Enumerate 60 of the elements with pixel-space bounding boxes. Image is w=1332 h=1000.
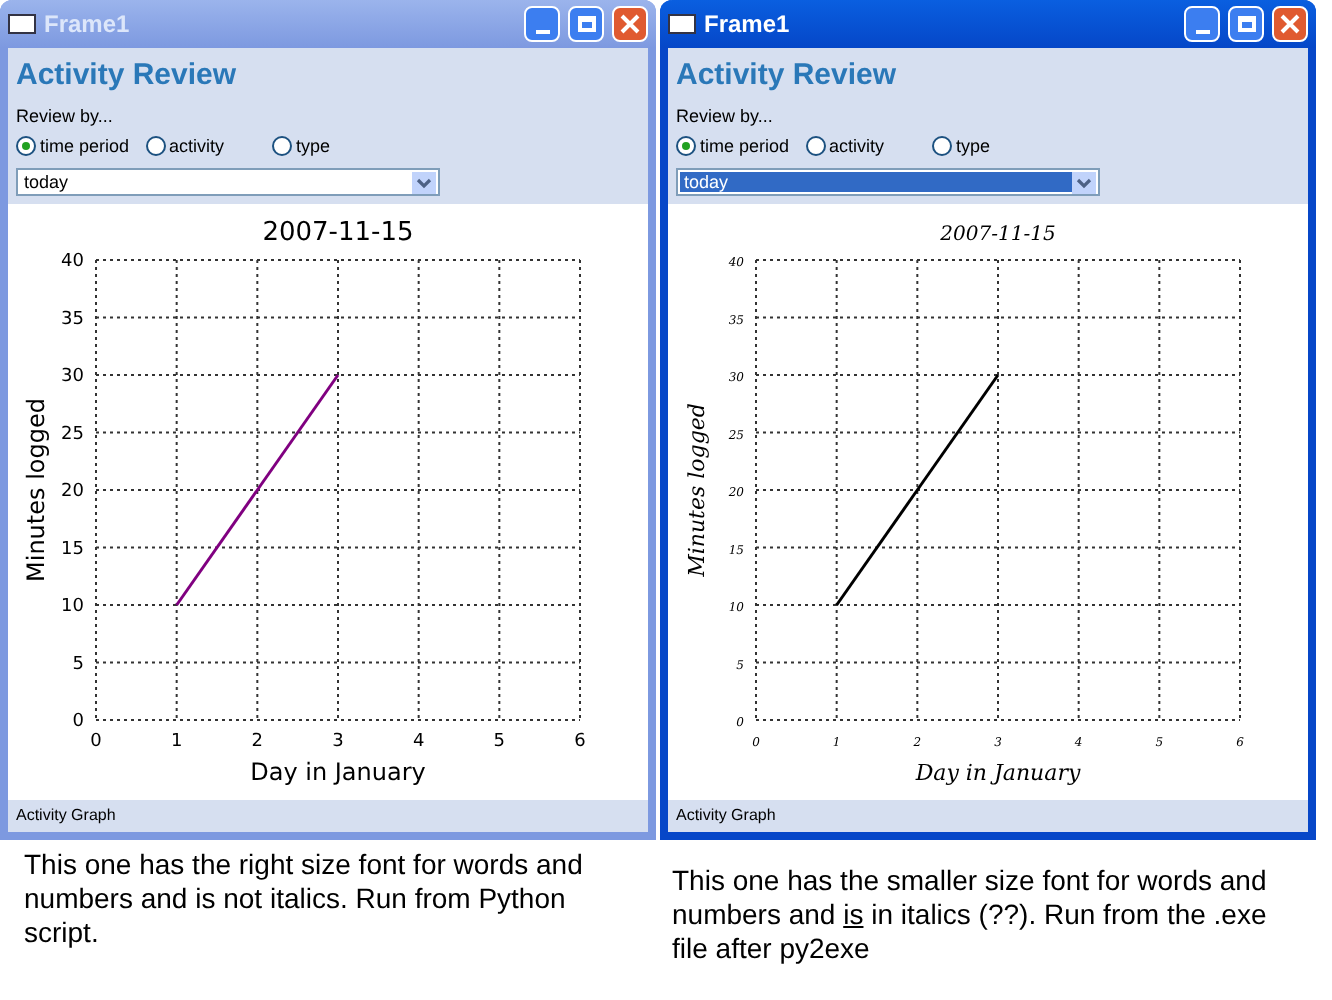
heading: Activity Review xyxy=(16,56,239,96)
tick-label: 35 xyxy=(61,309,84,330)
close-button[interactable] xyxy=(612,6,648,42)
y-axis-label: Minutes logged xyxy=(684,403,710,577)
tick-label: 25 xyxy=(61,424,84,445)
tick-label: 1 xyxy=(170,732,183,752)
dropdown-value: today xyxy=(680,172,1072,192)
close-icon xyxy=(620,14,640,34)
tick-label: 15 xyxy=(61,539,84,560)
window-title: Frame1 xyxy=(44,8,132,42)
maximize-button[interactable] xyxy=(568,6,604,42)
radio-button[interactable] xyxy=(676,136,696,157)
x-axis-label: Day in January xyxy=(915,760,1081,786)
status-text: Activity Graph xyxy=(676,804,776,828)
chart-title: 2007-11-15 xyxy=(940,224,1056,246)
dropdown-value: today xyxy=(22,172,71,192)
chart-title: 2007-11-15 xyxy=(262,218,414,248)
tick-label: 2 xyxy=(251,732,264,752)
close-icon xyxy=(1280,14,1300,34)
tick-label: 10 xyxy=(61,597,84,617)
radio-option[interactable]: time period xyxy=(676,133,790,160)
radio-button[interactable] xyxy=(145,136,166,157)
window-icon xyxy=(8,14,36,34)
tick-label: 3 xyxy=(332,732,344,752)
caption: This one has the smaller size font for words and numbers and is in italics (??). Run from the .exe file after py2exe xyxy=(672,864,1269,966)
minimize-button[interactable] xyxy=(524,6,560,42)
tick-label: 4 xyxy=(412,732,425,752)
status-text: Activity Graph xyxy=(16,804,116,828)
radio-button[interactable] xyxy=(932,136,953,157)
tick-label: 0 xyxy=(90,732,102,752)
chevron-down-icon xyxy=(412,171,436,193)
review-label: Review by... xyxy=(16,104,115,130)
y-axis-label: Minutes logged xyxy=(22,398,50,582)
radio-option[interactable]: activity xyxy=(145,133,225,160)
period-dropdown[interactable]: today xyxy=(16,168,440,196)
tick-label: 40 xyxy=(61,252,84,272)
tick-label: 30 xyxy=(61,367,84,387)
radio-option[interactable]: activity xyxy=(805,133,885,160)
minimize-button[interactable] xyxy=(1184,6,1220,42)
caption: This one has the right size font for words and numbers and is not italics. Run from Python script. xyxy=(24,848,585,952)
tick-label: 5 xyxy=(493,732,506,752)
radio-button[interactable] xyxy=(16,136,36,157)
tick-label: 0 xyxy=(72,712,84,732)
tick-label: 5 xyxy=(72,654,84,675)
radio-option[interactable]: type xyxy=(272,133,331,160)
radio-button[interactable] xyxy=(805,136,826,157)
window-title: Frame1 xyxy=(704,8,792,42)
radio-button[interactable] xyxy=(272,136,293,157)
radio-option[interactable]: type xyxy=(932,133,991,160)
tick-label: 6 xyxy=(574,732,586,752)
review-label: Review by... xyxy=(676,104,775,130)
tick-label: 20 xyxy=(61,482,84,502)
window-icon xyxy=(668,14,696,34)
maximize-button[interactable] xyxy=(1228,6,1264,42)
heading: Activity Review xyxy=(676,56,899,96)
radio-option[interactable]: time period xyxy=(16,133,130,160)
x-axis-label: Day in January xyxy=(250,758,426,786)
period-dropdown[interactable]: today xyxy=(676,168,1100,196)
close-button[interactable] xyxy=(1272,6,1308,42)
chevron-down-icon xyxy=(1072,171,1096,193)
